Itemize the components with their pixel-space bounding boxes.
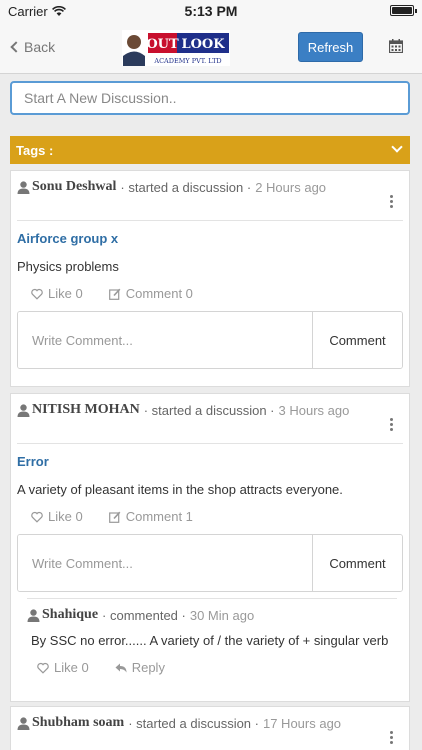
reply-like-button[interactable]: Like 0 bbox=[37, 660, 89, 675]
status-bar: Carrier 5:13 PM bbox=[0, 0, 422, 22]
discussion-card: Sonu Deshwal · started a discussion · 2 … bbox=[10, 170, 410, 387]
tags-label: Tags : bbox=[16, 143, 54, 158]
reply-author-line: Shahique · commented · 30 Min ago bbox=[27, 607, 397, 623]
author-line: Shubham soam · started a discussion · 17… bbox=[17, 715, 341, 731]
comment-input[interactable] bbox=[18, 535, 312, 591]
heart-icon bbox=[37, 662, 49, 674]
chevron-left-icon bbox=[10, 41, 22, 53]
author-action: · started a discussion · bbox=[120, 179, 252, 195]
discussion-card: Shubham soam · started a discussion · 17… bbox=[10, 706, 410, 750]
heart-icon bbox=[31, 288, 43, 300]
post-body: A variety of pleasant items in the shop … bbox=[17, 482, 343, 497]
status-time: 5:13 PM bbox=[184, 3, 238, 19]
post-time: 2 Hours ago bbox=[255, 179, 327, 195]
comment-box: Comment bbox=[17, 311, 403, 369]
reply-author-name[interactable]: Shahique bbox=[42, 607, 98, 623]
back-label: Back bbox=[24, 39, 56, 55]
svg-text:ACADEMY PVT. LTD: ACADEMY PVT. LTD bbox=[153, 57, 221, 65]
card-header: Shubham soam · started a discussion · 17… bbox=[17, 707, 403, 750]
back-button[interactable]: Back bbox=[10, 39, 56, 55]
more-options-icon[interactable] bbox=[385, 195, 397, 209]
post-time: 3 Hours ago bbox=[278, 402, 350, 418]
user-icon bbox=[27, 608, 40, 622]
author-name[interactable]: Shubham soam bbox=[32, 715, 124, 731]
author-name[interactable]: NITISH MOHAN bbox=[32, 402, 140, 418]
like-label: Like 0 bbox=[48, 286, 83, 301]
comment-count-button[interactable]: Comment 0 bbox=[108, 286, 193, 301]
comment-submit-button[interactable]: Comment bbox=[312, 312, 402, 368]
battery-fill bbox=[392, 7, 412, 14]
post-actions: Like 0 Comment 1 bbox=[31, 509, 389, 524]
post-title[interactable]: Error bbox=[17, 454, 403, 469]
discussion-card: NITISH MOHAN · started a discussion · 3 … bbox=[10, 393, 410, 702]
comment-count-label: Comment 1 bbox=[125, 509, 193, 524]
reply-action: · commented · bbox=[102, 607, 186, 623]
reply-like-label: Like 0 bbox=[54, 660, 89, 675]
author-action: · started a discussion · bbox=[143, 402, 275, 418]
comment-count-button[interactable]: Comment 1 bbox=[108, 509, 193, 524]
calendar-icon[interactable] bbox=[389, 39, 403, 53]
user-icon bbox=[17, 716, 30, 730]
user-icon bbox=[17, 180, 30, 194]
author-action: · started a discussion · bbox=[128, 715, 259, 731]
post-time: 17 Hours ago bbox=[262, 715, 342, 731]
like-button[interactable]: Like 0 bbox=[31, 509, 83, 524]
like-button[interactable]: Like 0 bbox=[31, 286, 83, 301]
nav-bar: Back OUT LOOK ACADEMY PVT. LTD Refresh bbox=[0, 22, 422, 74]
heart-icon bbox=[31, 511, 43, 523]
post-actions: Like 0 Comment 0 bbox=[31, 286, 389, 301]
like-label: Like 0 bbox=[48, 509, 83, 524]
post-title[interactable]: Airforce group x bbox=[17, 231, 403, 246]
reply-button[interactable]: Reply bbox=[115, 660, 165, 675]
comment-input[interactable] bbox=[18, 312, 312, 368]
comment-reply: Shahique · commented · 30 Min ago By SSC… bbox=[27, 598, 397, 675]
comment-submit-button[interactable]: Comment bbox=[312, 535, 402, 591]
comment-count-label: Comment 0 bbox=[125, 286, 193, 301]
edit-icon bbox=[108, 511, 121, 523]
svg-text:OUT: OUT bbox=[146, 37, 179, 52]
post-body: Physics problems bbox=[17, 259, 119, 274]
tags-bar[interactable]: Tags : bbox=[10, 136, 410, 164]
reply-text: By SSC no error...... A variety of / the… bbox=[31, 633, 389, 648]
outlook-academy-logo: OUT LOOK ACADEMY PVT. LTD bbox=[122, 30, 230, 66]
edit-icon bbox=[108, 288, 121, 300]
refresh-button[interactable]: Refresh bbox=[298, 32, 363, 62]
comment-box: Comment bbox=[17, 534, 403, 592]
card-header: NITISH MOHAN · started a discussion · 3 … bbox=[17, 394, 403, 444]
battery-icon bbox=[390, 5, 417, 16]
more-options-icon[interactable] bbox=[385, 731, 397, 745]
author-name[interactable]: Sonu Deshwal bbox=[32, 179, 116, 195]
reply-time: 30 Min ago bbox=[189, 607, 255, 623]
svg-text:LOOK: LOOK bbox=[181, 37, 225, 52]
new-discussion-input[interactable] bbox=[10, 81, 410, 115]
card-header: Sonu Deshwal · started a discussion · 2 … bbox=[17, 171, 403, 221]
author-line: NITISH MOHAN · started a discussion · 3 … bbox=[17, 402, 349, 418]
user-icon bbox=[17, 403, 30, 417]
author-line: Sonu Deshwal · started a discussion · 2 … bbox=[17, 179, 326, 195]
more-options-icon[interactable] bbox=[385, 418, 397, 432]
reply-icon bbox=[115, 663, 127, 672]
reply-actions: Like 0 Reply bbox=[37, 660, 387, 675]
reply-label: Reply bbox=[131, 660, 165, 675]
chevron-down-icon bbox=[391, 141, 403, 153]
